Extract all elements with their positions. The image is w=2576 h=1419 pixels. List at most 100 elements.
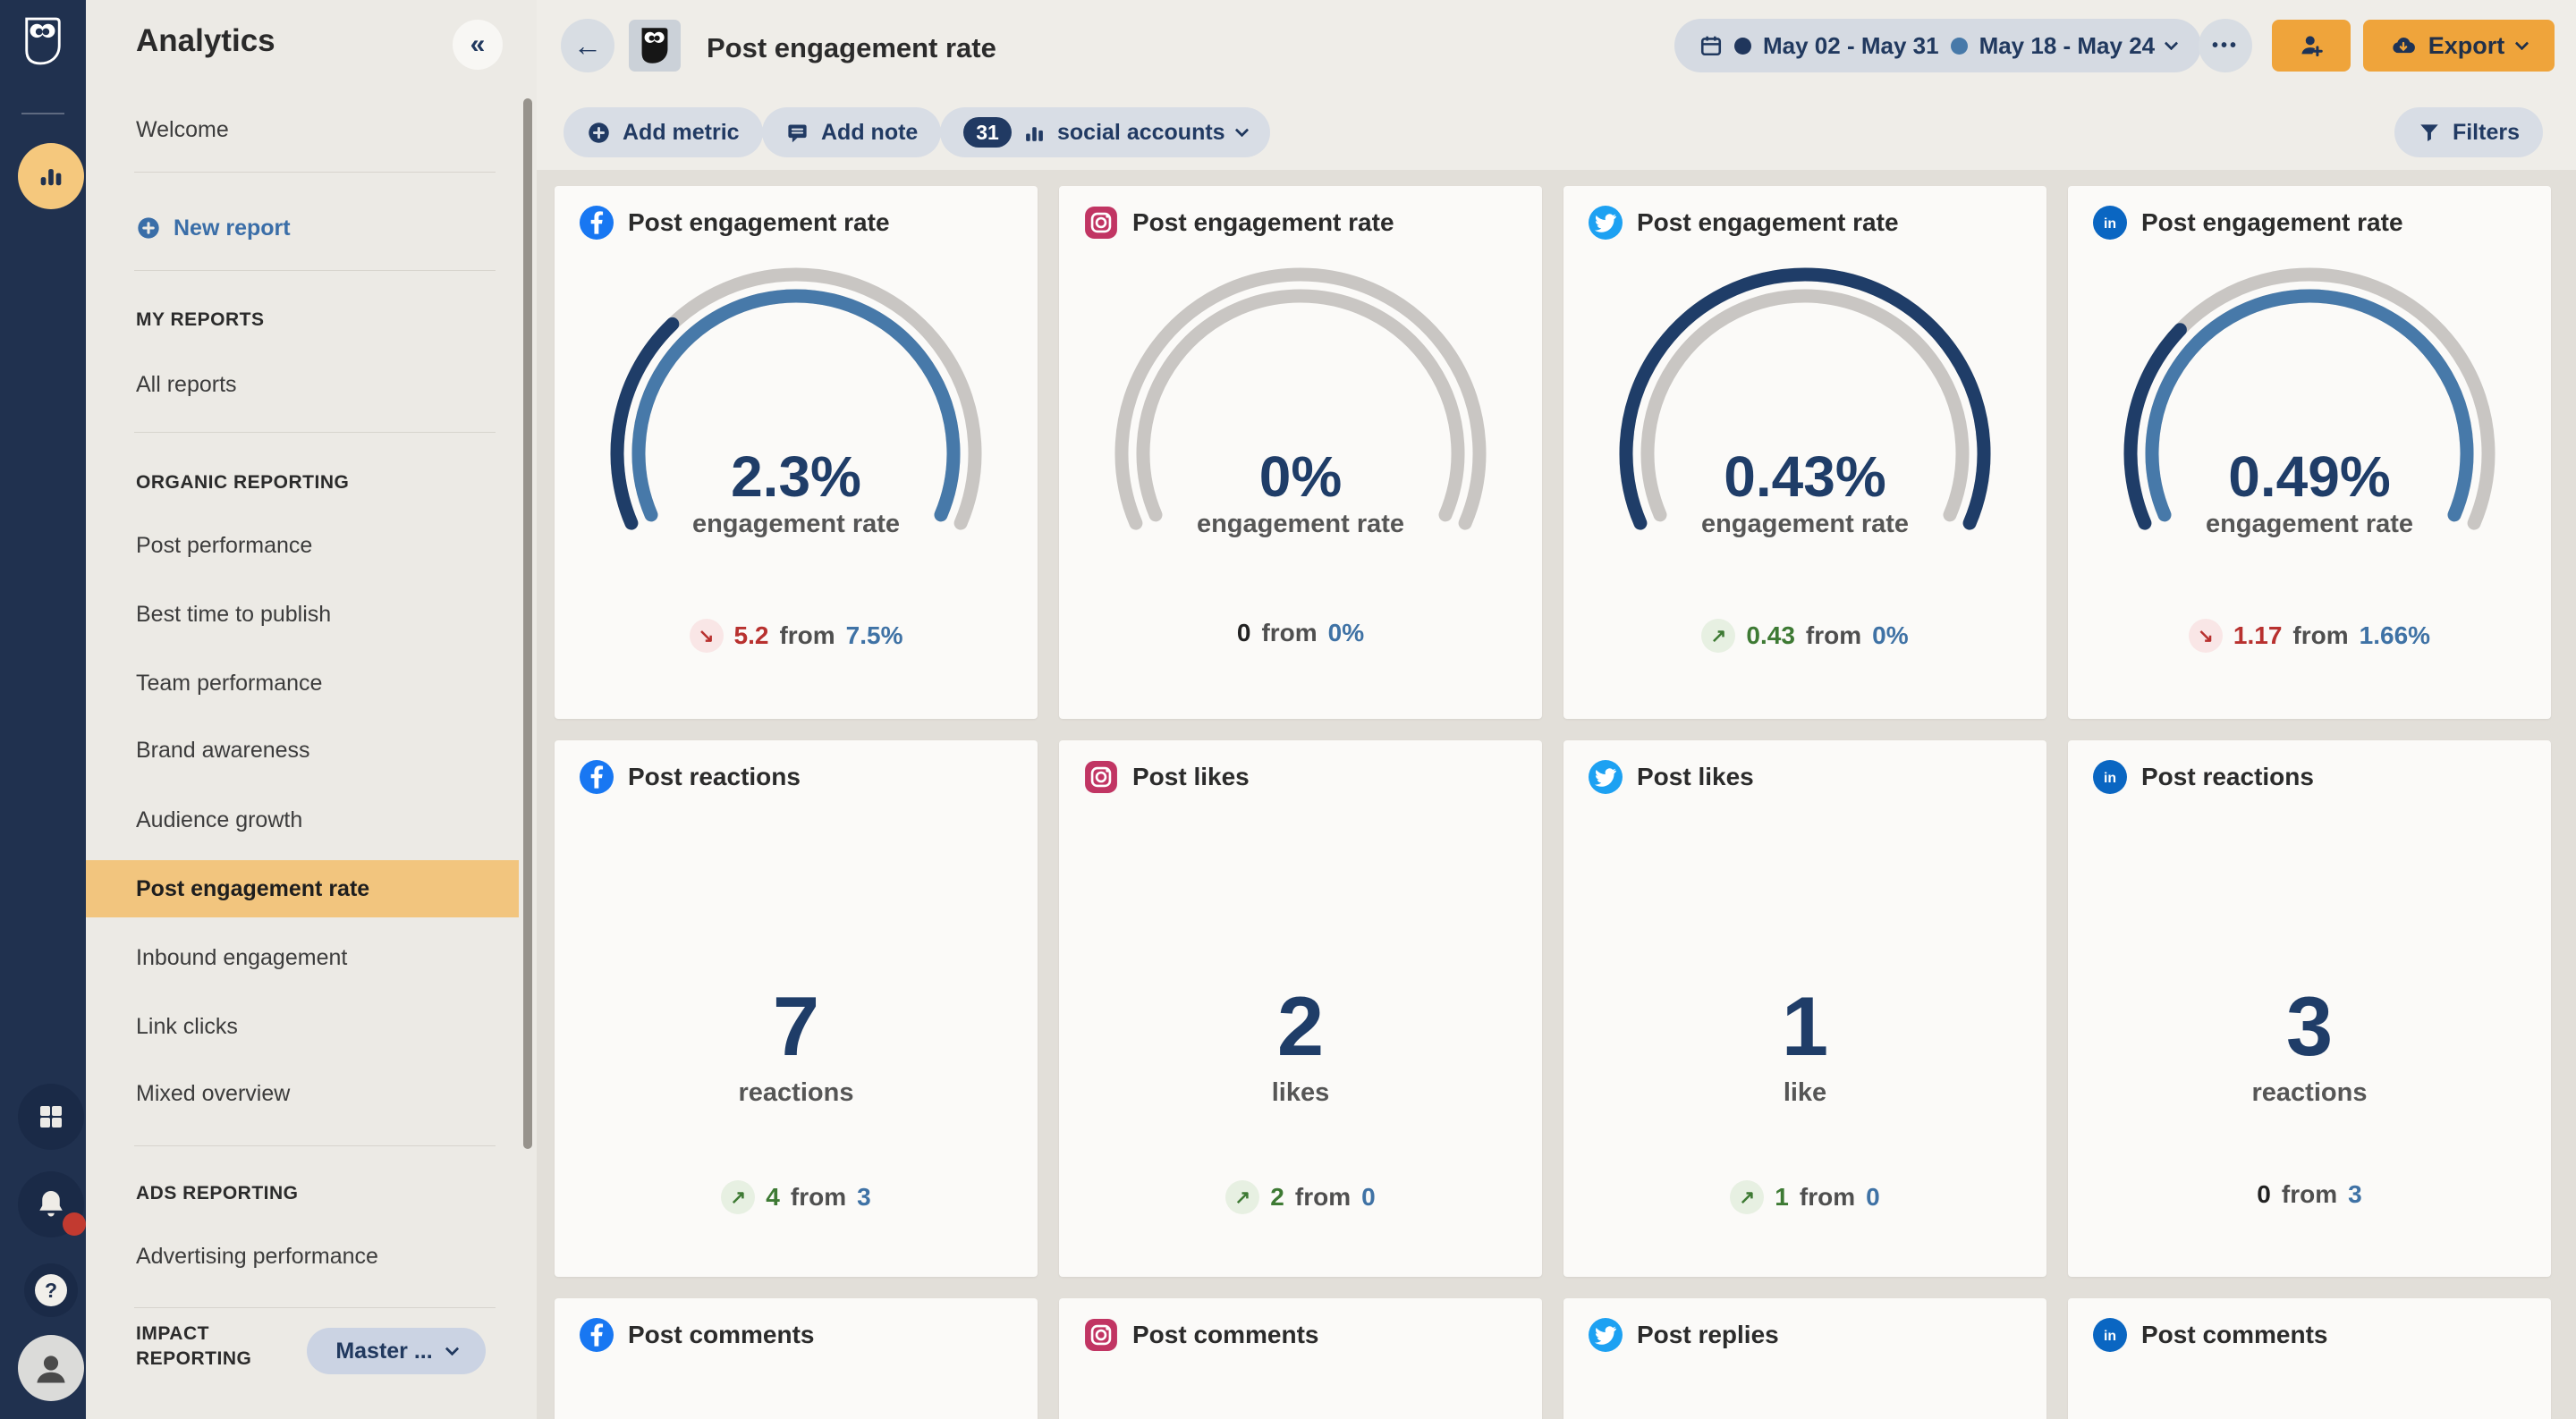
metric-card-twitter: Post replies (1563, 1298, 2046, 1419)
delta-row: ↗ 0.43 from 0% (1563, 619, 2046, 653)
sidebar-item-post-engagement-rate[interactable]: Post engagement rate (136, 869, 494, 908)
avatar[interactable] (18, 1335, 84, 1401)
delta-row: ↗ 1 from 0 (1563, 1180, 2046, 1214)
delta-connector: from (2292, 621, 2349, 649)
sidebar-item-post-performance[interactable]: Post performance (136, 526, 494, 565)
hootsuite-owl-logo-icon[interactable] (21, 14, 64, 72)
person-add-icon (2301, 36, 2323, 57)
delta-change: 1 (1775, 1183, 1789, 1211)
card-title: Post likes (1132, 763, 1250, 790)
sidebar-item-all-reports[interactable]: All reports (136, 365, 494, 404)
metric-label: reactions (2251, 1078, 2368, 1107)
svg-text:in: in (2104, 771, 2116, 786)
sidebar-item-mixed-overview[interactable]: Mixed overview (136, 1074, 494, 1113)
social-accounts-selector[interactable]: 31 social accounts (940, 107, 1270, 157)
add-note-button[interactable]: Add note (762, 107, 942, 157)
trend-arrow-icon: ↘ (2188, 619, 2223, 653)
sidebar-item-advertising-performance[interactable]: Advertising performance (136, 1237, 494, 1276)
delta-change: 4 (766, 1183, 780, 1211)
delta-previous-value: 0 (1866, 1183, 1880, 1211)
metric-value: 7 (772, 979, 820, 1073)
metric-card-linkedin: in Post reactions 3 reactions 0 from 3 (2068, 740, 2551, 1277)
page-title: Post engagement rate (707, 32, 996, 63)
card-title: Post engagement rate (2141, 208, 2403, 236)
share-report-button[interactable] (2272, 20, 2351, 72)
chevron-down-icon (445, 1341, 459, 1356)
sidebar-heading-ads-reporting: ADS REPORTING (136, 1183, 299, 1204)
chevron-down-icon (2164, 36, 2179, 50)
sidebar-divider (134, 1307, 496, 1308)
back-button[interactable]: ← (561, 19, 614, 72)
sidebar-scrollbar[interactable] (523, 98, 532, 1149)
sidebar-item-link-clicks[interactable]: Link clicks (136, 1007, 494, 1046)
trend-arrow-icon: ↗ (1225, 1180, 1260, 1214)
card-title: Post reactions (2141, 763, 2314, 790)
metric-value: 2.3% (731, 444, 861, 509)
metric-card-twitter: Post likes 1 like ↗ 1 from 0 (1563, 740, 2046, 1277)
sidebar-item-team-performance[interactable]: Team performance (136, 663, 494, 703)
sidebar-item-inbound-engagement[interactable]: Inbound engagement (136, 938, 494, 977)
chevron-down-icon (1234, 122, 1249, 137)
network-icon (1084, 760, 1118, 794)
bar-chart-icon (1026, 126, 1043, 141)
global-nav-rail: ? (0, 0, 86, 1419)
metric-value: 0.49% (2228, 444, 2391, 509)
delta-row: 0 from 3 (2068, 1180, 2551, 1209)
card-title: Post engagement rate (1637, 208, 1899, 236)
analytics-nav-icon[interactable] (18, 143, 84, 209)
filters-button[interactable]: Filters (2394, 107, 2543, 157)
sidebar-item-best-time-to-publish[interactable]: Best time to publish (136, 595, 494, 634)
plus-circle-icon (589, 122, 609, 143)
add-metric-button[interactable]: Add metric (564, 107, 763, 157)
delta-row: ↗ 4 from 3 (555, 1180, 1038, 1214)
sidebar-divider (134, 432, 496, 433)
delta-previous-value: 7.5% (845, 621, 903, 649)
network-icon (1084, 1318, 1118, 1352)
delta-change: 0 (1236, 619, 1251, 646)
trend-arrow-icon: ↗ (1730, 1180, 1765, 1214)
svg-text:in: in (2104, 1329, 2116, 1344)
accounts-label: social accounts (1057, 119, 1225, 145)
delta-previous-value: 0% (1872, 621, 1909, 649)
network-icon (1589, 760, 1623, 794)
sidebar-divider (134, 1145, 496, 1146)
delta-row: ↘ 5.2 from 7.5% (555, 619, 1038, 653)
network-icon (1084, 206, 1118, 240)
notifications-bell-icon[interactable] (18, 1171, 86, 1237)
metric-value: 0% (1258, 444, 1343, 509)
sidebar-item-label: New report (174, 215, 291, 241)
compare-date-range: May 18 - May 24 (1979, 31, 2156, 59)
sidebar-item-brand-awareness[interactable]: Brand awareness (136, 731, 494, 770)
metric-card-facebook: Post comments (555, 1298, 1038, 1419)
network-icon (1589, 1318, 1623, 1352)
delta-connector: from (1805, 621, 1862, 649)
sidebar-item-new-report[interactable]: New report (136, 208, 494, 248)
date-range-selector[interactable]: May 02 - May 31 May 18 - May 24 (1674, 19, 2202, 72)
metric-label: engagement rate (1196, 510, 1405, 538)
calendar-icon (1700, 36, 1722, 56)
more-options-button[interactable]: ••• (2199, 19, 2252, 72)
delta-connector: from (1799, 1183, 1856, 1211)
collapse-sidebar-button[interactable]: « (453, 20, 503, 70)
network-icon (580, 206, 614, 240)
compare-range-dot (1950, 37, 1968, 55)
add-note-label: Add note (821, 119, 919, 145)
plus-circle-icon (138, 217, 159, 239)
delta-previous-value: 3 (857, 1183, 871, 1211)
impact-report-selector[interactable]: Master ... (307, 1328, 486, 1374)
export-button[interactable]: Export (2363, 20, 2555, 72)
back-arrow-icon: ← (573, 30, 602, 62)
metric-label: engagement rate (691, 510, 901, 538)
card-title: Post comments (2141, 1321, 2328, 1348)
delta-change: 0.43 (1746, 621, 1795, 649)
metric-label: engagement rate (1700, 510, 1910, 538)
help-icon[interactable]: ? (24, 1263, 78, 1317)
svg-text:in: in (2104, 216, 2116, 232)
app-grid-icon[interactable] (18, 1084, 84, 1150)
metric-card-facebook: Post engagement rate 2.3% engagement rat… (555, 186, 1038, 719)
metric-card-instagram: Post comments (1059, 1298, 1542, 1419)
impact-selector-value: Master ... (335, 1338, 433, 1364)
sidebar-item-audience-growth[interactable]: Audience growth (136, 800, 494, 840)
sidebar-heading-organic-reporting: ORGANIC REPORTING (136, 472, 350, 493)
sidebar-item-welcome[interactable]: Welcome (136, 110, 494, 149)
